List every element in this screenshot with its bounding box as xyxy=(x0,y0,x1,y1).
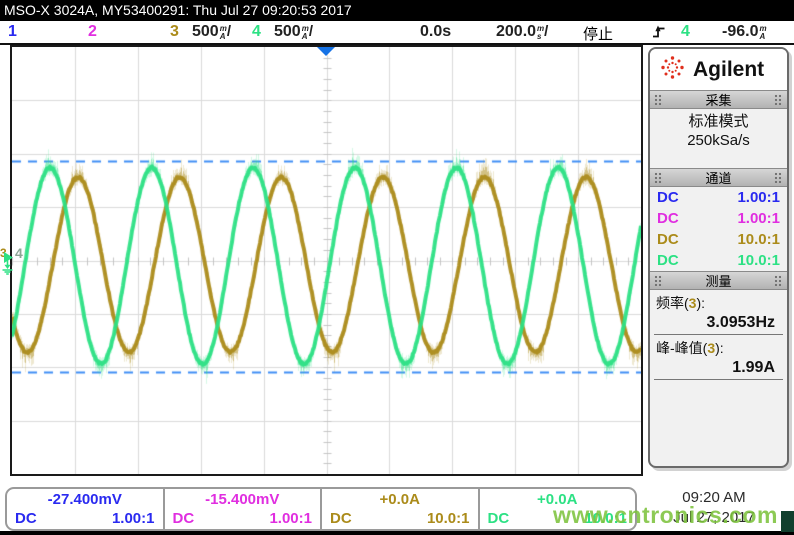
channel-1-readout[interactable]: -27.400mV DC 1.00:1 xyxy=(7,489,165,529)
channel-3-probe-readout: 10.0:1 xyxy=(427,510,470,527)
trigger-slope-icon[interactable] xyxy=(651,24,667,45)
sidebar-panel: Agilent 采集 标准模式 250kSa/s 通道 DC 1.00:1 DC… xyxy=(648,47,789,468)
channel-2-probe: 1.00:1 xyxy=(737,208,780,229)
channel-2-coupling-readout: DC xyxy=(173,510,195,527)
ground-symbol-icon xyxy=(1,260,14,280)
measure-title: 测量 xyxy=(663,271,774,290)
grip-icon xyxy=(774,275,783,286)
acquisition-title: 采集 xyxy=(663,90,774,109)
channel-1-probe-readout: 1.00:1 xyxy=(112,510,155,527)
channel-3-offset: +0.0A xyxy=(322,491,478,508)
grip-icon xyxy=(654,94,663,105)
trigger-level-readout[interactable]: -96.0mA xyxy=(722,23,767,41)
channel-3-coupling-readout: DC xyxy=(330,510,352,527)
channel-1-button[interactable]: 1 xyxy=(8,23,17,41)
channel-4-probe: 10.0:1 xyxy=(737,250,780,271)
channel-1-probe: 1.00:1 xyxy=(737,187,780,208)
channel-2-coupling: DC xyxy=(657,208,679,229)
channel-2-readout[interactable]: -15.400mV DC 1.00:1 xyxy=(165,489,323,529)
channel-3-scale[interactable]: 500mA/ xyxy=(192,23,231,41)
channel-4-scale-suffix: / xyxy=(309,23,313,40)
time-offset-readout[interactable]: 0.0s xyxy=(420,23,451,41)
watermark: www.cntronics.com xyxy=(553,502,778,529)
channel-3-probe: 10.0:1 xyxy=(737,229,780,250)
measurement-1-label: 频率(3): xyxy=(650,290,787,313)
acquisition-info[interactable]: 标准模式 250kSa/s xyxy=(650,109,787,156)
sample-rate: 250kSa/s xyxy=(650,131,787,150)
channel-1-coupling: DC xyxy=(657,187,679,208)
grip-icon xyxy=(654,275,663,286)
channel-4-coupling: DC xyxy=(657,250,679,271)
channel-3-readout[interactable]: +0.0A DC 10.0:1 xyxy=(322,489,480,529)
channel-3-scale-value: 500 xyxy=(192,23,219,40)
trigger-time-marker-icon[interactable] xyxy=(317,47,335,56)
trigger-source-readout[interactable]: 4 xyxy=(681,23,690,41)
channel-3-row[interactable]: DC 10.0:1 xyxy=(650,229,787,250)
channel-4-scale[interactable]: 500mA/ xyxy=(274,23,313,41)
brand-name: Agilent xyxy=(693,58,764,82)
measurement-2-label: 峰-峰值(3): xyxy=(650,335,787,358)
waveform-display[interactable] xyxy=(10,45,643,476)
grip-icon xyxy=(774,172,783,183)
channel-2-offset: -15.400mV xyxy=(165,491,321,508)
channel-2-row[interactable]: DC 1.00:1 xyxy=(650,208,787,229)
acquisition-mode: 标准模式 xyxy=(650,112,787,131)
watermark-corner-block xyxy=(781,511,794,532)
channel-4-button[interactable]: 4 xyxy=(252,23,261,41)
brand-row: Agilent xyxy=(650,49,787,90)
grip-icon xyxy=(654,172,663,183)
channels-title: 通道 xyxy=(663,168,774,187)
run-status-indicator[interactable]: 停止 xyxy=(583,23,613,44)
agilent-logo-icon xyxy=(659,54,686,86)
channels-section-header[interactable]: 通道 xyxy=(650,168,787,187)
waveform-canvas[interactable] xyxy=(12,47,641,474)
grip-icon xyxy=(774,94,783,105)
channel-1-coupling-readout: DC xyxy=(15,510,37,527)
bottom-edge xyxy=(0,531,794,535)
window-title: MSO-X 3024A, MY53400291: Thu Jul 27 09:2… xyxy=(0,0,794,21)
measurement-1-value: 3.0953Hz xyxy=(654,313,783,335)
channel-3-scale-suffix: / xyxy=(227,23,231,40)
trigger-level-unit: mA xyxy=(759,25,766,40)
acquisition-section-header[interactable]: 采集 xyxy=(650,90,787,109)
channel-3-scale-unit: mA xyxy=(220,25,227,40)
measurement-2-value: 1.99A xyxy=(654,358,783,380)
channel-2-button[interactable]: 2 xyxy=(88,23,97,41)
measure-section-header[interactable]: 测量 xyxy=(650,271,787,290)
channel-1-offset: -27.400mV xyxy=(7,491,163,508)
channel-4-scale-value: 500 xyxy=(274,23,301,40)
timebase-suffix: / xyxy=(544,23,548,40)
channel-3-button[interactable]: 3 xyxy=(170,23,179,41)
channel-4-row[interactable]: DC 10.0:1 xyxy=(650,250,787,271)
channel-2-probe-readout: 1.00:1 xyxy=(269,510,312,527)
channel-4-coupling-readout: DC xyxy=(488,510,510,527)
channel-4-scale-unit: mA xyxy=(302,25,309,40)
channel-4-ground-label: 4 xyxy=(15,245,23,261)
channel-3-coupling: DC xyxy=(657,229,679,250)
channel-readout-bar: -27.400mV DC 1.00:1 -15.400mV DC 1.00:1 … xyxy=(5,487,637,531)
trigger-level-value: -96.0 xyxy=(722,23,758,40)
timebase-value: 200.0 xyxy=(496,23,536,40)
timebase-readout[interactable]: 200.0ms/ xyxy=(496,23,548,41)
status-toolbar: 1 2 3 500mA/ 4 500mA/ 0.0s 200.0ms/ 停止 4… xyxy=(0,21,794,45)
spacer xyxy=(650,156,787,168)
channel-1-row[interactable]: DC 1.00:1 xyxy=(650,187,787,208)
ground-marker-cluster[interactable]: 3 4 xyxy=(0,244,30,278)
